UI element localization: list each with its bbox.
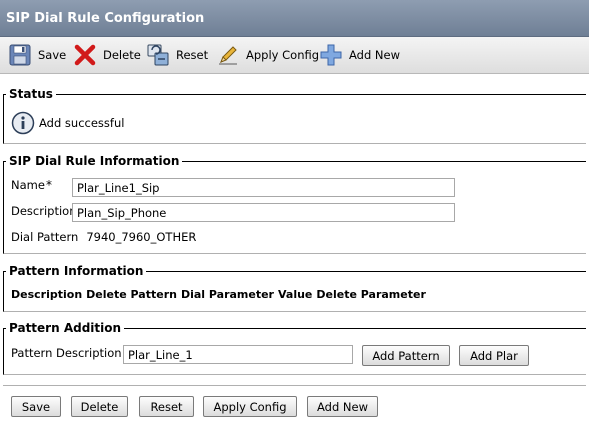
pattern-description-input[interactable] — [123, 345, 353, 364]
sip-dial-rule-info-legend: SIP Dial Rule Information — [9, 154, 180, 168]
bottom-apply-config-button[interactable]: Apply Config — [203, 396, 297, 417]
pattern-info-header-row: Description Delete Pattern Dial Paramete… — [11, 288, 426, 301]
dial-pattern-row: Dial Pattern 7940_7960_OTHER — [11, 230, 196, 244]
status-message: Add successful — [39, 116, 125, 130]
bottom-separator — [3, 385, 586, 386]
name-label-row: Name * — [11, 178, 52, 192]
status-row: Add successful — [11, 111, 124, 135]
col-header-description: Description — [11, 288, 83, 301]
description-input[interactable] — [72, 203, 455, 222]
toolbar-save-label: Save — [38, 48, 67, 62]
info-icon — [11, 111, 35, 135]
pattern-addition-legend: Pattern Addition — [9, 321, 122, 335]
title-bar: SIP Dial Rule Configuration — [0, 0, 589, 37]
name-label: Name — [11, 178, 45, 192]
bottom-save-button[interactable]: Save — [11, 396, 61, 417]
bottom-delete-button[interactable]: Delete — [71, 396, 128, 417]
col-header-dial-parameter: Dial Parameter — [180, 288, 274, 301]
toolbar-apply-config-button[interactable]: Apply Config — [216, 43, 319, 67]
plus-icon — [319, 43, 343, 67]
col-header-delete-parameter: Delete Parameter — [316, 288, 426, 301]
description-label: Description — [11, 204, 77, 218]
pattern-description-label-row: Pattern Description — [11, 346, 122, 360]
toolbar: Save Delete Reset Apply Config Add New — [0, 37, 589, 74]
page-title: SIP Dial Rule Configuration — [6, 11, 205, 26]
red-x-icon — [73, 43, 97, 67]
reset-icon — [146, 43, 170, 67]
pattern-information-legend: Pattern Information — [9, 264, 144, 278]
pattern-description-label: Pattern Description — [11, 346, 122, 360]
status-legend: Status — [9, 87, 53, 101]
dial-pattern-value: 7940_7960_OTHER — [86, 230, 197, 244]
bottom-reset-button[interactable]: Reset — [139, 396, 194, 417]
required-asterisk: * — [45, 178, 52, 192]
toolbar-reset-label: Reset — [176, 48, 209, 62]
bottom-add-new-button[interactable]: Add New — [307, 396, 378, 417]
description-label-row: Description — [11, 204, 77, 218]
col-header-delete-pattern: Delete Pattern — [86, 288, 177, 301]
add-pattern-button[interactable]: Add Pattern — [362, 345, 450, 366]
toolbar-add-new-label: Add New — [349, 48, 401, 62]
col-header-value: Value — [277, 288, 313, 301]
toolbar-reset-button[interactable]: Reset — [146, 43, 208, 67]
toolbar-delete-label: Delete — [103, 48, 141, 62]
toolbar-apply-config-label: Apply Config — [246, 48, 320, 62]
name-input[interactable] — [72, 178, 455, 197]
add-plar-button[interactable]: Add Plar — [459, 345, 529, 366]
toolbar-add-new-button[interactable]: Add New — [319, 43, 400, 67]
floppy-disk-icon — [8, 43, 32, 67]
toolbar-delete-button[interactable]: Delete — [73, 43, 141, 67]
toolbar-save-button[interactable]: Save — [8, 43, 66, 67]
dial-pattern-label: Dial Pattern — [11, 230, 79, 244]
pencil-icon — [216, 43, 240, 67]
